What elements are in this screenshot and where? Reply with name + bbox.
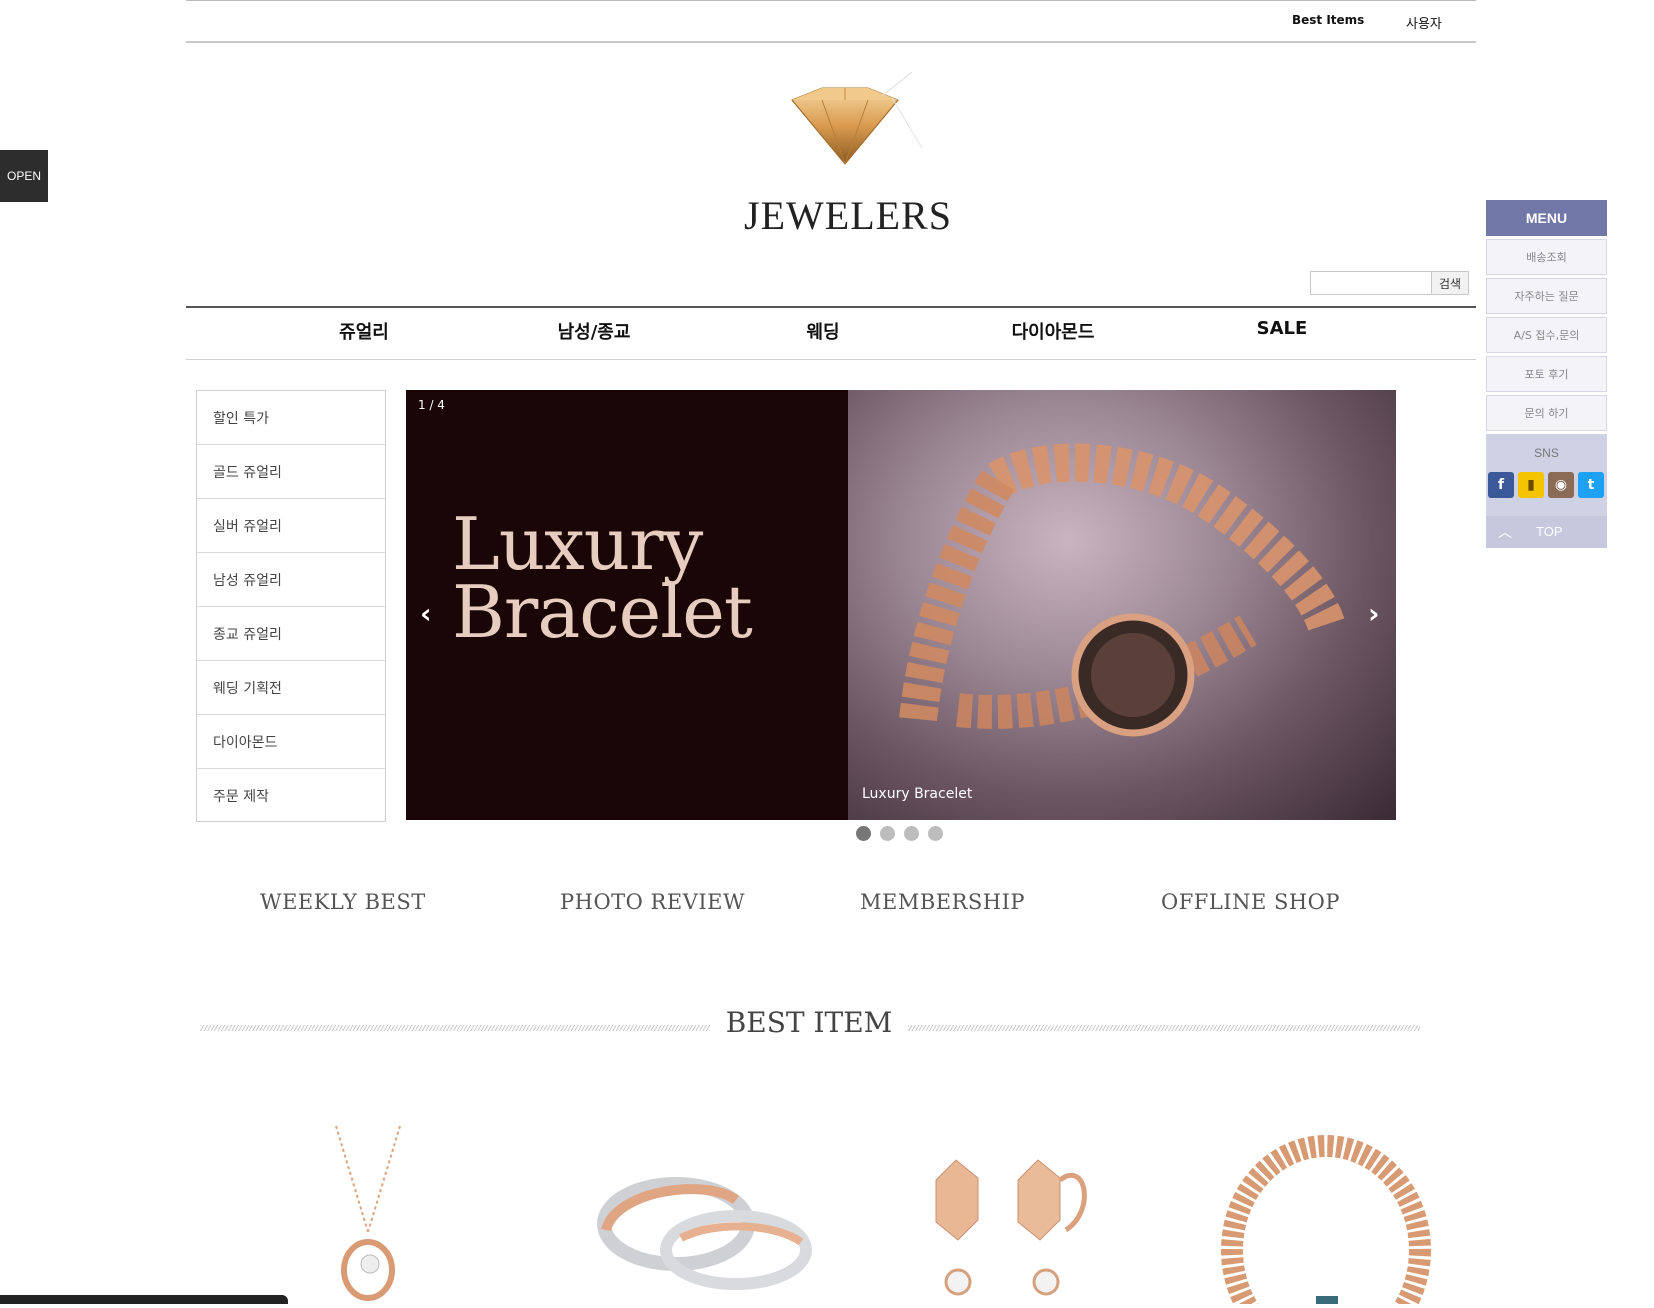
sns-label: SNS (1534, 446, 1559, 460)
main-banner-slider[interactable]: 1 / 4 Luxury Bracelet Luxury Bracelet ‹ … (406, 390, 1396, 820)
quick-photo-review[interactable]: 포토 후기 (1486, 356, 1607, 392)
quick-menu-header: MENU (1486, 200, 1607, 236)
chevron-up-icon: ︿ (1498, 525, 1512, 541)
category-custom[interactable]: 주문 제작 (197, 769, 385, 823)
nav-diamond[interactable]: 다이아몬드 (973, 318, 1133, 344)
banner-headline: Luxury Bracelet (452, 502, 753, 654)
slide-dot-3[interactable] (904, 826, 919, 841)
search-button[interactable]: 검색 (1431, 271, 1469, 295)
nav-jewelry[interactable]: 쥬얼리 (284, 318, 444, 344)
logo-wordmark: JEWELERS (744, 193, 952, 238)
category-diamond[interactable]: 다이아몬드 (197, 715, 385, 769)
diamond-logo-icon (791, 71, 923, 165)
instagram-icon[interactable]: ◉ (1548, 472, 1574, 498)
next-slide-button[interactable]: › (1368, 600, 1380, 628)
feature-links: WEEKLY BEST PHOTO REVIEW MEMBERSHIP OFFL… (186, 890, 1476, 930)
rings-image (597, 1177, 812, 1290)
nav-men-religion[interactable]: 남성/종교 (514, 318, 674, 344)
nav-sale[interactable]: SALE (1202, 318, 1362, 339)
bracelet-image (899, 443, 1347, 737)
search-input[interactable] (1310, 271, 1432, 295)
product-necklace[interactable] (260, 1120, 500, 1304)
banner-caption: Luxury Bracelet (862, 786, 973, 802)
category-discount[interactable]: 할인 특가 (197, 391, 385, 445)
quick-menu: MENU 배송조회 자주하는 질문 A/S 접수,문의 포토 후기 문의 하기 … (1486, 200, 1607, 548)
quick-faq[interactable]: 자주하는 질문 (1486, 278, 1607, 314)
slider-pagination (856, 826, 943, 842)
heading-rule-right (908, 1025, 1420, 1031)
category-wedding[interactable]: 웨딩 기획전 (197, 661, 385, 715)
category-religion[interactable]: 종교 쥬얼리 (197, 607, 385, 661)
category-sidebar: 할인 특가 골드 쥬얼리 실버 쥬얼리 남성 쥬얼리 종교 쥬얼리 웨딩 기획전… (196, 390, 386, 822)
site-logo[interactable]: JEWELERS (742, 68, 954, 248)
product-couple-rings[interactable] (586, 1120, 826, 1304)
user-link[interactable]: 사용자 (1406, 13, 1442, 32)
quick-as-inquiry[interactable]: A/S 접수,문의 (1486, 317, 1607, 353)
weekly-best-link[interactable]: WEEKLY BEST (260, 890, 426, 914)
scroll-top-button[interactable]: ︿ TOP (1486, 516, 1607, 548)
product-bracelet[interactable] (1206, 1120, 1446, 1308)
twitter-icon[interactable]: t (1578, 472, 1604, 498)
main-navigation: 쥬얼리 남성/종교 웨딩 다이아몬드 SALE (186, 306, 1476, 360)
best-item-heading: BEST ITEM (200, 1006, 1420, 1046)
offline-shop-link[interactable]: OFFLINE SHOP (1161, 890, 1340, 914)
photo-review-link[interactable]: PHOTO REVIEW (560, 890, 745, 914)
product-earrings[interactable] (906, 1120, 1146, 1304)
bracelet-product-image (1221, 1135, 1431, 1308)
slide-dot-2[interactable] (880, 826, 895, 841)
utility-bar: Best Items 사용자 (186, 1, 1476, 43)
best-items-link[interactable]: Best Items (1292, 13, 1364, 27)
slide-dot-1[interactable] (856, 826, 871, 841)
quick-sns-panel: SNS f ▮ ◉ t (1486, 434, 1607, 516)
heading-rule-left (200, 1025, 710, 1031)
earrings-image (935, 1159, 1087, 1296)
kakaostory-icon[interactable]: ▮ (1518, 472, 1544, 498)
banner-title-line2: Bracelet (452, 570, 753, 654)
category-silver[interactable]: 실버 쥬얼리 (197, 499, 385, 553)
category-men[interactable]: 남성 쥬얼리 (197, 553, 385, 607)
best-item-title: BEST ITEM (725, 1006, 893, 1039)
banner-title-line1: Luxury (452, 502, 703, 586)
membership-link[interactable]: MEMBERSHIP (860, 890, 1025, 914)
status-strip (0, 1295, 288, 1304)
open-side-tab[interactable]: OPEN (0, 150, 48, 202)
quick-inquiry[interactable]: 문의 하기 (1486, 395, 1607, 431)
bracelet-photo (848, 390, 1396, 820)
slide-dot-4[interactable] (928, 826, 943, 841)
best-products (186, 1120, 1476, 1308)
slide-counter: 1 / 4 (418, 398, 445, 412)
necklace-image (335, 1125, 401, 1301)
top-label: TOP (1536, 524, 1563, 539)
facebook-icon[interactable]: f (1488, 472, 1514, 498)
category-gold[interactable]: 골드 쥬얼리 (197, 445, 385, 499)
nav-wedding[interactable]: 웨딩 (743, 318, 903, 344)
quick-delivery-tracking[interactable]: 배송조회 (1486, 239, 1607, 275)
prev-slide-button[interactable]: ‹ (420, 600, 432, 628)
